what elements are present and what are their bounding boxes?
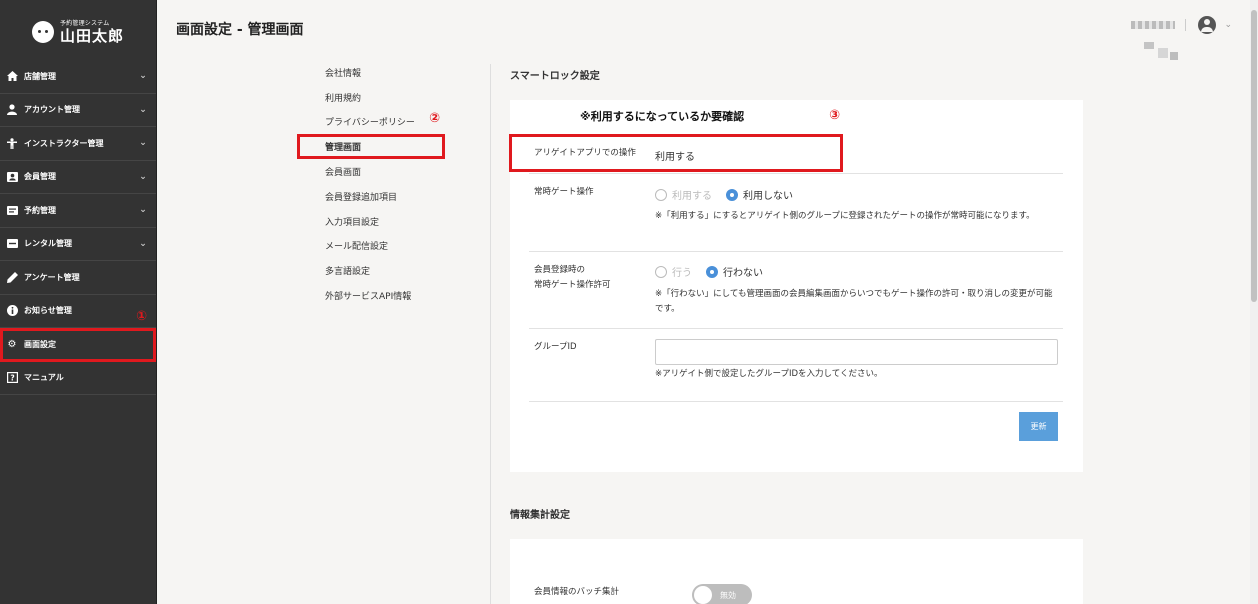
chevron-down-icon: ⌄ [139, 104, 147, 115]
logo-subtitle: 予約管理システム [59, 19, 110, 27]
batch-label: 会員情報のバッチ集計 [534, 587, 620, 597]
annotation-3: ③ [829, 108, 841, 123]
sidebar-item-news[interactable]: お知らせ管理 [0, 295, 156, 328]
chevron-down-icon: ⌄ [139, 171, 147, 182]
submenu-item-mail[interactable]: メール配信設定 [297, 234, 447, 259]
sidebar-item-member[interactable]: 会員管理 ⌄ [0, 161, 156, 194]
chevron-down-icon: ⌄ [139, 71, 147, 82]
submenu-item-input-fields[interactable]: 入力項目設定 [297, 209, 447, 234]
register-gate-radio-group: 行う 行わない [655, 264, 777, 279]
update-button[interactable]: 更新 [1019, 412, 1058, 441]
sidebar-item-account[interactable]: アカウント管理 ⌄ [0, 94, 156, 127]
chevron-down-icon: ⌄ [139, 205, 147, 216]
submenu-item-company[interactable]: 会社情報 [297, 60, 447, 85]
radio-icon [655, 188, 667, 201]
redacted-user-name [1131, 21, 1176, 29]
radio-checked-icon [706, 265, 718, 278]
sidebar-item-label: インストラクター管理 [24, 138, 104, 148]
info-icon [6, 305, 18, 317]
submenu-item-language[interactable]: 多言語設定 [297, 258, 447, 283]
person-icon [6, 104, 18, 116]
sidebar-item-screen-settings[interactable]: ⚙ 画面設定 [0, 328, 156, 362]
sidebar-item-label: アカウント管理 [24, 105, 80, 115]
logo-face-icon [31, 21, 54, 43]
logo[interactable]: 予約管理システム 山田太郎 [0, 0, 156, 60]
header: 画面設定 - 管理画面 ⌄ [157, 0, 1250, 62]
reservation-icon [6, 204, 18, 216]
always-gate-option-not-use[interactable]: 利用しない [726, 187, 793, 202]
always-gate-label: 常時ゲート操作 [534, 187, 594, 197]
redacted-user-info [1140, 40, 1180, 62]
row-divider [529, 173, 1063, 174]
avatar-icon[interactable] [1198, 16, 1217, 34]
group-id-label: グループID [534, 342, 577, 352]
register-gate-label-line2: 常時ゲート操作許可 [534, 280, 611, 290]
sidebar-item-label: 画面設定 [24, 339, 56, 349]
sidebar-item-label: 予約管理 [24, 205, 56, 215]
sidebar-item-manual[interactable]: ? マニュアル [0, 362, 156, 395]
scroll-thumb[interactable] [1251, 10, 1257, 302]
register-gate-option-deny[interactable]: 行わない [706, 264, 763, 279]
always-gate-radio-group: 利用する 利用しない [655, 187, 807, 202]
always-gate-note: ※「利用する」にするとアリゲイト側のグループに登録されたゲートの操作が常時可能に… [655, 211, 1035, 221]
sidebar-item-label: アンケート管理 [24, 272, 80, 282]
pen-icon [6, 271, 18, 283]
app-operation-value: 利用する [655, 152, 695, 163]
stats-section-title: 情報集計設定 [510, 510, 570, 521]
submenu-item-member-screen[interactable]: 会員画面 [297, 159, 447, 184]
register-gate-label-line1: 会員登録時の [534, 265, 586, 275]
submenu-item-privacy[interactable]: プライバシーポリシー [297, 110, 447, 135]
sidebar-item-instructor[interactable]: インストラクター管理 ⌄ [0, 127, 156, 161]
page-title: 画面設定 - 管理画面 [176, 22, 304, 38]
rental-icon [6, 238, 18, 250]
group-id-input[interactable] [655, 339, 1058, 365]
logo-title: 山田太郎 [59, 26, 124, 45]
settings-submenu: 会社情報 利用規約 プライバシーポリシー 管理画面 会員画面 会員登録追加項目 … [297, 60, 447, 308]
batch-toggle[interactable]: 無効 [692, 584, 752, 604]
row-divider [529, 401, 1063, 402]
smartlock-section-title: スマートロック設定 [510, 71, 600, 82]
scrollbar[interactable] [1250, 0, 1258, 604]
radio-checked-icon [726, 188, 738, 201]
gear-icon: ⚙ [7, 338, 17, 350]
radio-icon [655, 265, 667, 278]
help-icon: ? [6, 372, 18, 384]
member-card-icon [6, 171, 18, 183]
register-gate-note: ※「行わない」にしても管理画面の会員編集画面からいつでもゲート操作の許可・取り消… [655, 289, 1053, 314]
group-id-note: ※アリゲイト側で設定したグループIDを入力してください。 [655, 369, 883, 379]
row-divider [529, 328, 1063, 329]
sidebar-item-label: マニュアル [24, 373, 64, 383]
sidebar-item-label: レンタル管理 [24, 239, 72, 249]
content-divider [490, 64, 491, 604]
home-icon [6, 70, 18, 82]
chevron-down-icon[interactable]: ⌄ [1224, 20, 1232, 30]
app-operation-label: アリゲイトアプリでの操作 [534, 148, 636, 158]
sidebar-item-reservation[interactable]: 予約管理 ⌄ [0, 194, 156, 228]
toggle-label: 無効 [720, 590, 736, 600]
chevron-down-icon: ⌄ [139, 138, 147, 149]
instructor-icon [6, 137, 18, 149]
sidebar-item-survey[interactable]: アンケート管理 [0, 261, 156, 295]
sidebar: 予約管理システム 山田太郎 店舗管理 ⌄ アカウント管理 ⌄ インストラクター管… [0, 0, 157, 604]
toggle-knob [694, 586, 712, 604]
user-menu[interactable]: ⌄ [1131, 16, 1232, 34]
chevron-down-icon: ⌄ [139, 238, 147, 249]
always-gate-option-use[interactable]: 利用する [655, 187, 712, 202]
submenu-item-registration-fields[interactable]: 会員登録追加項目 [297, 184, 447, 209]
register-gate-option-allow[interactable]: 行う [655, 264, 692, 279]
annotation-2: ② [429, 111, 441, 126]
submenu-item-admin-screen[interactable]: 管理画面 [297, 134, 445, 160]
warning-note: ※利用するになっているか要確認 [580, 110, 745, 123]
row-divider [529, 251, 1063, 252]
sidebar-item-label: 店舗管理 [24, 71, 56, 81]
annotation-1: ① [136, 309, 148, 324]
sidebar-item-store[interactable]: 店舗管理 ⌄ [0, 60, 156, 94]
submenu-item-terms[interactable]: 利用規約 [297, 85, 447, 110]
divider [1185, 19, 1187, 31]
submenu-item-external-api[interactable]: 外部サービスAPI情報 [297, 283, 447, 308]
svg-text:?: ? [10, 374, 14, 383]
sidebar-item-label: 会員管理 [24, 172, 56, 182]
sidebar-item-rental[interactable]: レンタル管理 ⌄ [0, 228, 156, 261]
